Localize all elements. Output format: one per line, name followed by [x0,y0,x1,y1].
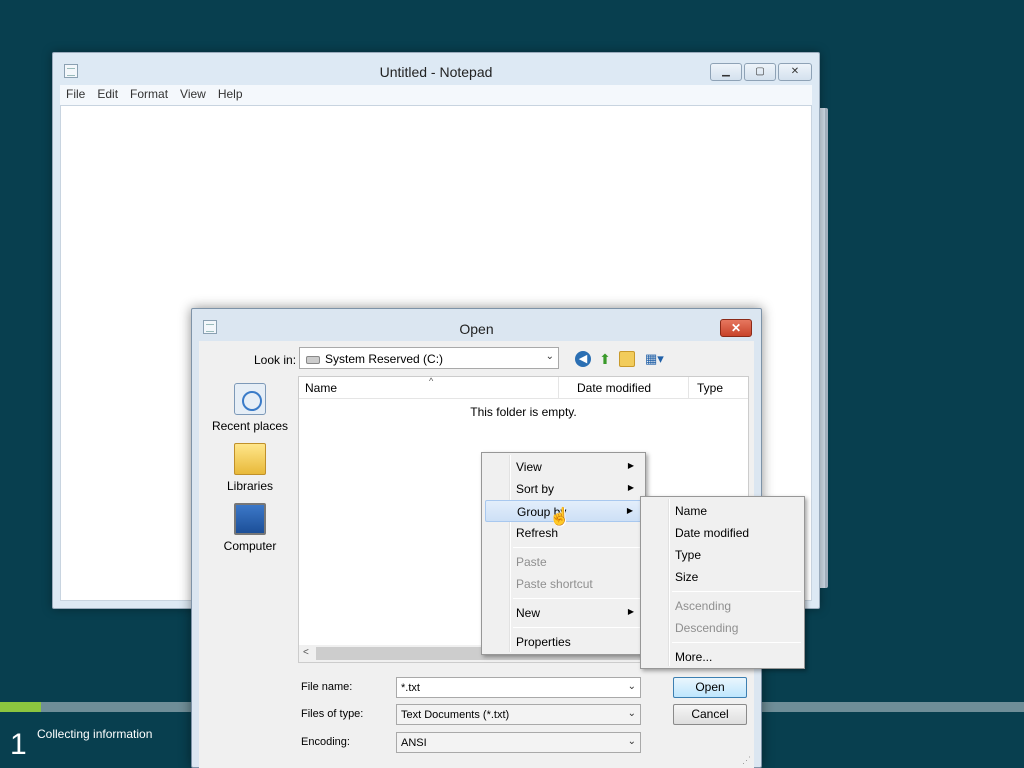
mouse-cursor-icon: ☝ [549,507,571,526]
computer-icon [234,503,266,535]
submenu-arrow-icon: ▶ [627,461,634,470]
up-folder-icon[interactable]: ⬆ [597,351,613,367]
open-button[interactable]: Open [673,677,747,698]
menu-label: View [516,460,542,474]
notepad-menubar: File Edit Format View Help [60,85,812,105]
submenu-item-more[interactable]: More... [644,646,801,668]
minimize-button[interactable]: ▁ [710,63,742,81]
resize-grip-icon[interactable]: ⋰ [742,755,751,766]
file-name-label: File name: [301,681,353,693]
empty-folder-message: This folder is empty. [470,405,577,419]
list-header: ^ Name Date modified Type [299,376,748,399]
context-menu: View ▶ Sort by ▶ Group by ▶ Refresh Paste P… [481,452,646,655]
close-button[interactable]: ✕ [778,63,812,81]
notepad-title: Untitled - Notepad [379,64,493,80]
look-in-label: Look in: [254,353,297,367]
files-of-type-value: Text Documents (*.txt) [401,709,510,721]
group-by-submenu: Name Date modified Type Size Ascending D… [640,496,805,669]
ctx-item-paste-shortcut: Paste shortcut [485,573,642,595]
look-in-value: System Reserved (C:) [325,352,444,366]
dialog-close-button[interactable]: ✕ [720,319,752,337]
menu-separator [672,642,801,643]
place-computer[interactable]: Computer [209,503,291,553]
chevron-down-icon: ⌄ [627,736,636,747]
back-icon[interactable]: ◀ [575,351,591,367]
submenu-arrow-icon: ▶ [627,607,634,616]
submenu-item-descending: Descending [675,621,739,635]
submenu-item-ascending: Ascending [675,599,732,613]
menu-separator [513,627,642,628]
setup-progress-bar [0,702,41,712]
setup-status-text: Collecting information [37,727,153,741]
encoding-value: ANSI [401,737,427,749]
submenu-arrow-icon: ▶ [627,483,634,492]
cancel-button[interactable]: Cancel [673,704,747,725]
place-label: Computer [223,539,277,553]
view-menu-icon[interactable]: ▦▾ [645,351,669,367]
menu-help[interactable]: Help [212,85,243,101]
menu-separator [513,547,642,548]
submenu-item-size[interactable]: Size [644,566,801,588]
file-name-field[interactable]: *.txt ⌄ [396,677,641,698]
submenu-item-type[interactable]: Type [644,544,801,566]
scroll-left-icon[interactable]: < [303,647,309,658]
files-of-type-dropdown[interactable]: Text Documents (*.txt) ⌄ [396,704,641,725]
file-name-value: *.txt [401,682,420,694]
maximize-button[interactable]: ▢ [744,63,776,81]
libraries-icon [234,443,266,475]
chevron-down-icon: ⌄ [627,708,636,719]
menu-label: Refresh [516,526,559,540]
column-date-modified[interactable]: Date modified [577,381,651,395]
submenu-item-date-modified[interactable]: Date modified [644,522,801,544]
files-of-type-label: Files of type: [301,708,364,720]
menu-label: Paste [516,555,547,569]
drive-icon [306,356,320,364]
ctx-item-new[interactable]: New ▶ [485,602,642,624]
encoding-label: Encoding: [301,736,350,748]
menu-view[interactable]: View [174,85,206,101]
ctx-item-properties[interactable]: Properties [485,631,642,653]
column-divider[interactable] [558,377,559,399]
menu-edit[interactable]: Edit [91,85,118,101]
menu-separator [672,591,801,592]
encoding-dropdown[interactable]: ANSI ⌄ [396,732,641,753]
chevron-down-icon: ⌄ [545,351,554,362]
ctx-item-view[interactable]: View ▶ [485,456,642,478]
ctx-item-paste: Paste [485,551,642,573]
menu-label: Sort by [516,482,555,496]
menu-file[interactable]: File [60,85,85,101]
place-label: Recent places [211,419,289,433]
column-divider[interactable] [688,377,689,399]
menu-separator [513,598,642,599]
dialog-title: Open [459,321,494,337]
submenu-item-name[interactable]: Name [644,500,801,522]
place-libraries[interactable]: Libraries [209,443,291,493]
look-in-dropdown[interactable]: System Reserved (C:) ⌄ [299,347,559,369]
sort-caret-icon: ^ [429,376,434,386]
setup-step-number: 1 [10,728,27,761]
place-recent-places[interactable]: Recent places [209,383,291,433]
column-name[interactable]: Name [305,381,337,395]
menu-label: New [516,606,541,620]
place-label: Libraries [226,479,274,493]
chevron-down-icon[interactable]: ⌄ [628,681,636,692]
notepad-titlebar[interactable]: Untitled - Notepad ▁ ▢ ✕ [53,53,819,85]
ctx-item-sort-by[interactable]: Sort by ▶ [485,478,642,500]
submenu-arrow-icon: ▶ [626,506,633,515]
menu-format[interactable]: Format [124,85,168,101]
column-type[interactable]: Type [697,381,723,395]
new-folder-icon[interactable] [619,351,635,367]
menu-label: Paste shortcut [516,577,593,591]
recent-places-icon [234,383,266,415]
menu-label: Properties [516,635,571,649]
